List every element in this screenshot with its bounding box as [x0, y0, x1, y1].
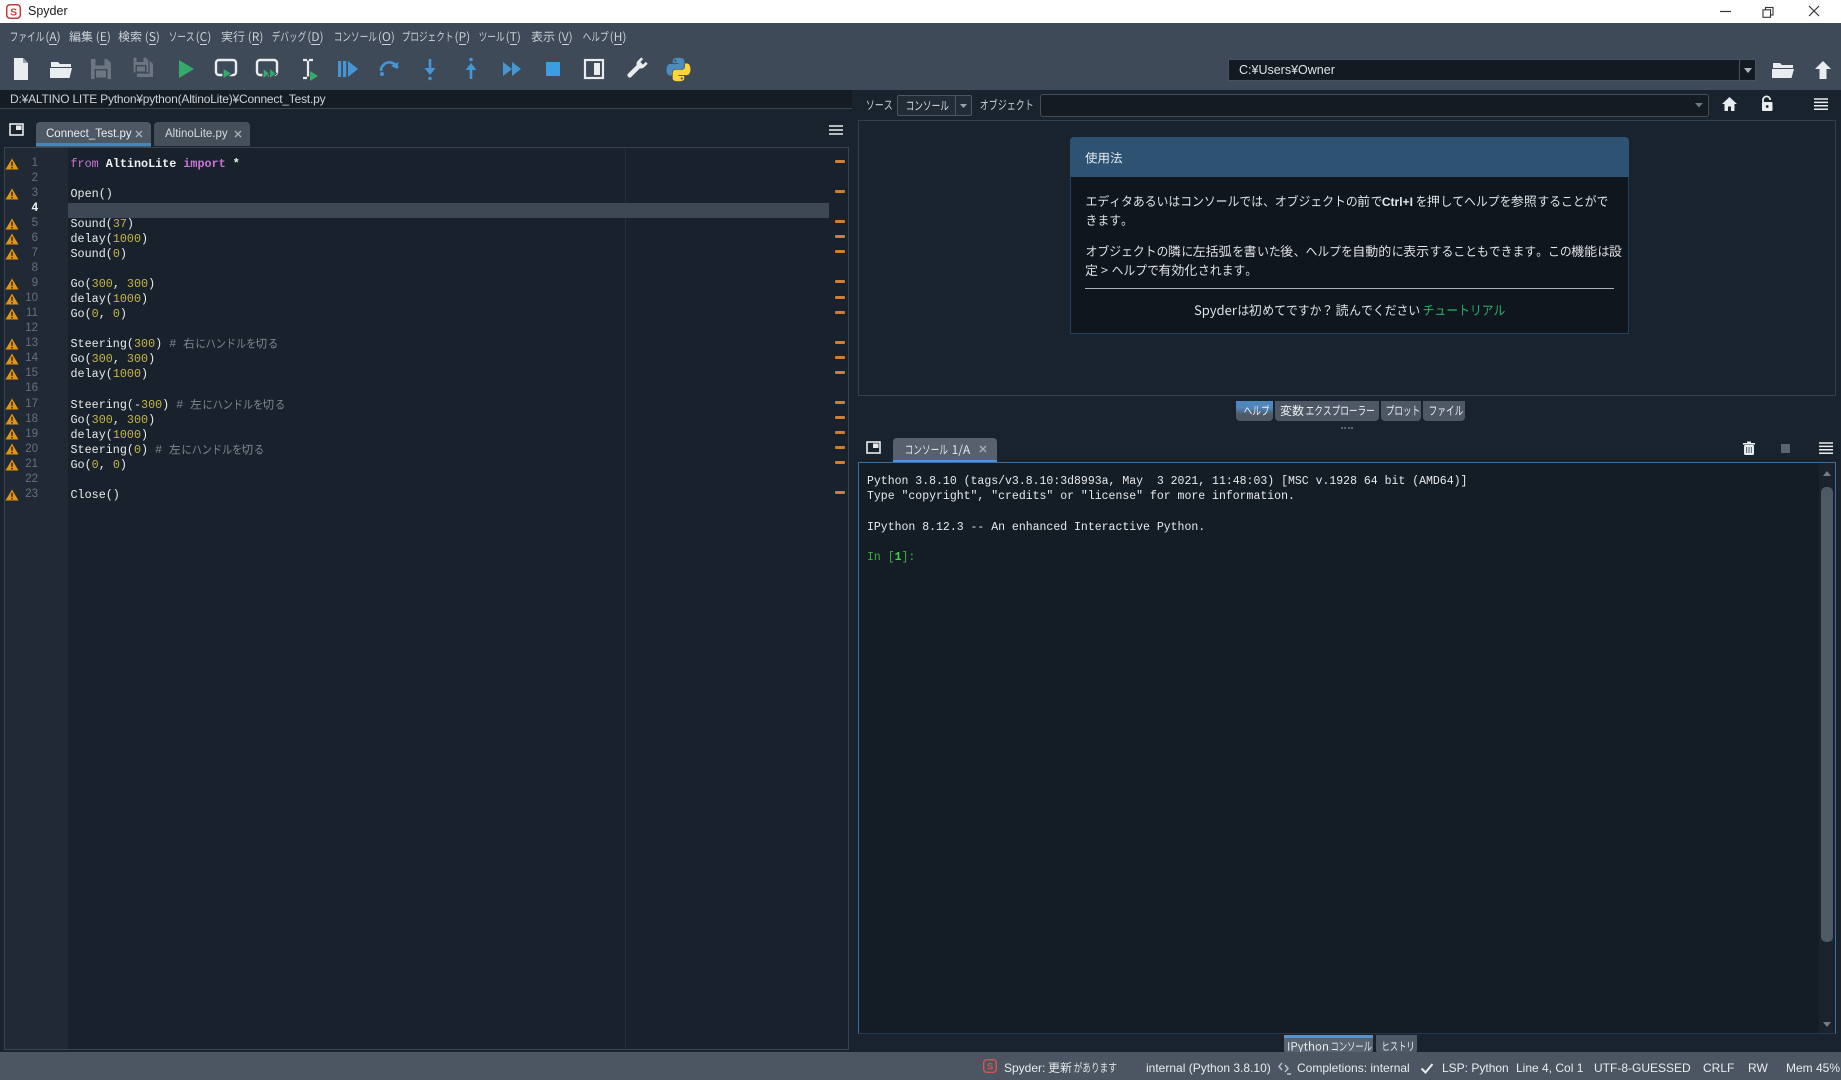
svg-text:S: S: [10, 6, 17, 18]
svg-text:S: S: [987, 1062, 993, 1073]
